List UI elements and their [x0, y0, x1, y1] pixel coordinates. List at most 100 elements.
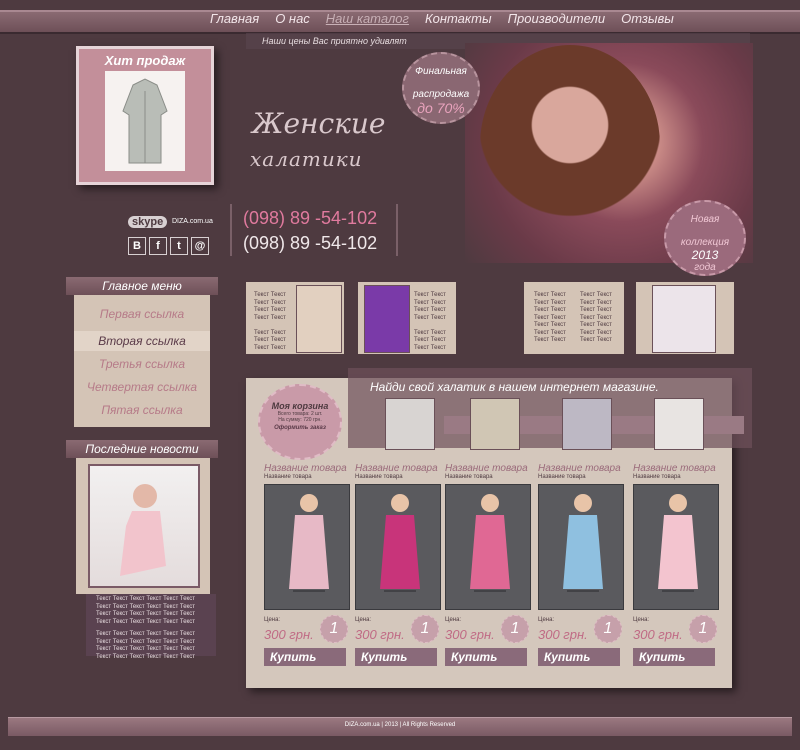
product-name[interactable]: Название товара — [633, 463, 716, 474]
mini-product-image[interactable] — [296, 285, 342, 353]
tagline: Наши цены Вас приятно удивлят — [262, 36, 407, 46]
buy-button[interactable]: Купить — [633, 648, 715, 666]
quantity-badge[interactable]: 1 — [411, 615, 439, 643]
robe-icon — [563, 494, 603, 592]
hero-model-image — [480, 45, 660, 245]
news-row: Текст Текст Текст Текст Текст Текст — [96, 618, 195, 625]
newcol-line1: Новая — [690, 214, 720, 225]
price-label: Цена: — [633, 617, 650, 623]
product-image[interactable] — [633, 484, 719, 610]
menu-item-5[interactable]: Пятая ссылка — [74, 403, 210, 417]
cart-title: Моя корзина — [271, 401, 329, 411]
robe-icon — [470, 494, 510, 592]
divider — [230, 204, 232, 256]
product-subtitle: Название товара — [445, 474, 493, 480]
newcol-line4: года — [694, 262, 716, 273]
product-image[interactable] — [264, 484, 350, 610]
sale-badge[interactable]: Финальная распродажа до 70% — [402, 52, 480, 124]
product-name[interactable]: Название товара — [445, 463, 528, 474]
quantity-badge[interactable]: 1 — [320, 615, 348, 643]
mini-text: Текст Текст Текст Текст Текст Текст Текст Т… — [534, 292, 566, 343]
mini-text: Текст Текст Текст Текст Текст Текст Текст Т… — [580, 292, 612, 343]
product-price: 300 грн. — [355, 627, 405, 642]
price-label: Цена: — [264, 617, 281, 623]
news-row: Текст Текст Текст Текст Текст Текст — [96, 631, 195, 637]
nav-manufacturers[interactable]: Производители — [508, 11, 606, 26]
robe-icon — [380, 494, 420, 592]
news-row: Текст Текст Текст Текст Текст Текст — [96, 611, 195, 617]
checkout-link[interactable]: Оформить заказ — [260, 425, 340, 431]
mini-product-image[interactable] — [652, 285, 716, 353]
product-image[interactable] — [538, 484, 624, 610]
category-thumb[interactable] — [562, 398, 612, 450]
nav-contacts[interactable]: Контакты — [425, 11, 492, 26]
sale-line1: Финальная — [415, 66, 467, 77]
product-price: 300 грн. — [264, 627, 314, 642]
robe-icon — [658, 494, 698, 592]
mini-product-image[interactable] — [364, 285, 410, 353]
logo-line2: халатики — [250, 147, 363, 171]
footer-text: DIZA.com.ua | 2013 | All Rights Reserved — [344, 722, 456, 728]
main-menu-title: Главное меню — [102, 279, 182, 293]
product-price: 300 грн. — [445, 627, 495, 642]
vk-icon[interactable]: B — [128, 237, 146, 255]
news-row: Текст Текст Текст Текст Текст Текст — [96, 596, 195, 602]
sale-line2: распродажа — [412, 89, 470, 100]
product-subtitle: Название товара — [264, 474, 312, 480]
price-label: Цена: — [355, 617, 372, 623]
newcol-line2: коллекция — [680, 237, 730, 248]
category-thumb[interactable] — [654, 398, 704, 450]
category-thumb[interactable] — [385, 398, 435, 450]
product-name[interactable]: Название товара — [264, 463, 347, 474]
catalog-title: Найди свой халатик в нашем интернет мага… — [370, 380, 659, 394]
buy-button[interactable]: Купить — [538, 648, 620, 666]
buy-button[interactable]: Купить — [355, 648, 437, 666]
product-subtitle: Название товара — [633, 474, 681, 480]
skype-icon[interactable]: skype — [128, 216, 168, 228]
logo-line1: Женские — [252, 107, 386, 140]
hit-title: Хит продаж — [104, 53, 186, 68]
news-row: Текст Текст Текст Текст Текст Текст — [96, 638, 195, 645]
news-image[interactable] — [88, 464, 200, 588]
hit-product-image[interactable] — [105, 71, 185, 171]
phone-primary: (098) 89 -54-102 — [243, 208, 378, 228]
menu-item-2[interactable]: Вторая ссылка — [74, 331, 210, 351]
news-row: Текст Текст Текст Текст Текст Текст — [96, 603, 195, 610]
sale-line3: до 70% — [417, 100, 465, 116]
category-thumb[interactable] — [470, 398, 520, 450]
twitter-icon[interactable]: t — [170, 237, 188, 255]
mini-text: Текст Текст Текст Текст Текст Текст Текст Т… — [414, 292, 446, 351]
product-price: 300 грн. — [633, 627, 683, 642]
quantity-badge[interactable]: 1 — [689, 615, 717, 643]
top-nav: Главная О нас Наш каталог Контакты Произ… — [210, 11, 674, 26]
menu-item-1[interactable]: Первая ссылка — [74, 307, 210, 321]
newcol-year: 2013 — [691, 248, 719, 262]
product-price: 300 грн. — [538, 627, 588, 642]
menu-item-4[interactable]: Четвертая ссылка — [74, 380, 210, 394]
nav-home[interactable]: Главная — [210, 11, 259, 26]
nav-about[interactable]: О нас — [275, 11, 310, 26]
divider — [396, 204, 398, 256]
product-image[interactable] — [355, 484, 441, 610]
model-icon — [120, 484, 166, 576]
buy-button[interactable]: Купить — [445, 648, 527, 666]
news-row: Текст Текст Текст Текст Текст Текст — [96, 653, 195, 660]
mini-text: Текст Текст Текст Текст Текст Текст Текст Т… — [254, 292, 286, 351]
nav-reviews[interactable]: Отзывы — [621, 11, 674, 26]
quantity-badge[interactable]: 1 — [501, 615, 529, 643]
news-text: Текст Текст Текст Текст Текст Текст Текс… — [96, 596, 216, 661]
quantity-badge[interactable]: 1 — [594, 615, 622, 643]
buy-button[interactable]: Купить — [264, 648, 346, 666]
nav-catalog[interactable]: Наш каталог — [326, 11, 409, 26]
cart-sum: На сумму: 720 грн. — [278, 417, 322, 423]
menu-item-3[interactable]: Третья ссылка — [74, 357, 210, 371]
robe-icon — [289, 494, 329, 592]
facebook-icon[interactable]: f — [149, 237, 167, 255]
product-name[interactable]: Название товара — [355, 463, 438, 474]
product-name[interactable]: Название товара — [538, 463, 621, 474]
product-image[interactable] — [445, 484, 531, 610]
new-collection-badge[interactable]: Новая коллекция 2013 года — [664, 200, 746, 276]
hit-card[interactable]: Хит продаж — [76, 46, 214, 185]
email-icon[interactable]: @ — [191, 237, 209, 255]
cart-badge[interactable]: Моя корзина Всего товара: 2 шт. На сумму… — [258, 384, 342, 460]
